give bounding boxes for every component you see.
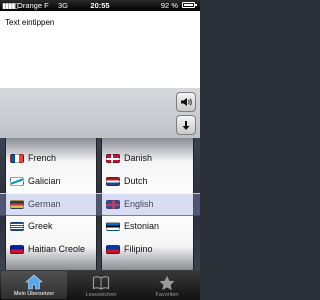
battery-percentage: 92 % (160, 1, 178, 10)
tab-label: Favoriten (155, 292, 179, 298)
target-language-wheel[interactable]: Danish Dutch English Estonian Filipino (101, 138, 194, 270)
flag-icon-dk (106, 153, 120, 163)
picker-option-label: Galician (28, 176, 61, 186)
picker-option-galician[interactable]: Galician (6, 171, 96, 191)
star-icon (159, 275, 175, 291)
flag-icon-nl (106, 176, 120, 186)
picker-option-label: French (28, 153, 57, 163)
flag-icon-ee (106, 221, 120, 231)
picker-option-german[interactable]: German (6, 194, 96, 214)
picker-option-danish[interactable]: Danish (102, 148, 193, 168)
down-arrow-icon (182, 120, 190, 130)
tab-label: Mein Übersetzer (13, 291, 55, 297)
action-strip (0, 88, 200, 138)
picker-option-label: German (28, 199, 61, 209)
picker-option-label: Estonian (124, 221, 160, 231)
picker-option-estonian[interactable]: Estonian (102, 216, 193, 236)
picker-option-english[interactable]: English (102, 194, 193, 214)
text-input-area[interactable]: Text eintippen (0, 11, 200, 88)
tab-favoriten[interactable]: Favoriten (134, 270, 200, 300)
picker-option-label: Dutch (124, 176, 148, 186)
flag-icon-ph (106, 244, 120, 254)
flag-icon-gr (10, 221, 24, 231)
book-icon (92, 276, 110, 290)
picker-option-label: Greek (28, 221, 53, 231)
flag-icon-gb (106, 199, 120, 209)
status-bar: ▮▮▮▮▯ Orange F 3G 20:55 92 % (0, 0, 200, 11)
flag-icon-ht (10, 244, 24, 254)
tab-mein-uebersetzer[interactable]: Mein Übersetzer (1, 271, 67, 299)
language-picker[interactable]: French Galician German Greek Haitian Creole … (0, 138, 200, 270)
tab-lesezeichen[interactable]: Lesezeichen (68, 270, 134, 300)
picker-option-filipino[interactable]: Filipino (102, 239, 193, 259)
flag-icon-de (10, 199, 24, 209)
tab-label: Lesezeichen (85, 292, 117, 298)
flag-icon-gl (10, 176, 24, 186)
picker-option-haitian-creole[interactable]: Haitian Creole (6, 239, 96, 259)
source-language-wheel[interactable]: French Galician German Greek Haitian Creole (5, 138, 97, 270)
picker-option-label: Filipino (124, 244, 153, 254)
picker-option-label: Danish (124, 153, 153, 163)
speak-button[interactable] (176, 92, 196, 112)
tab-bar: Mein Übersetzer Lesezeichen Favoriten (0, 270, 200, 300)
picker-option-dutch[interactable]: Dutch (102, 171, 193, 191)
picker-option-label: Haitian Creole (28, 244, 86, 254)
translate-down-button[interactable] (176, 115, 196, 135)
flag-icon-fr (10, 153, 24, 163)
speaker-icon (181, 98, 192, 106)
picker-option-label: English (124, 199, 154, 209)
text-input-placeholder: Text eintippen (5, 18, 55, 27)
picker-option-french[interactable]: French (6, 148, 96, 168)
battery-icon (182, 2, 197, 8)
home-icon (25, 274, 43, 290)
picker-option-greek[interactable]: Greek (6, 216, 96, 236)
